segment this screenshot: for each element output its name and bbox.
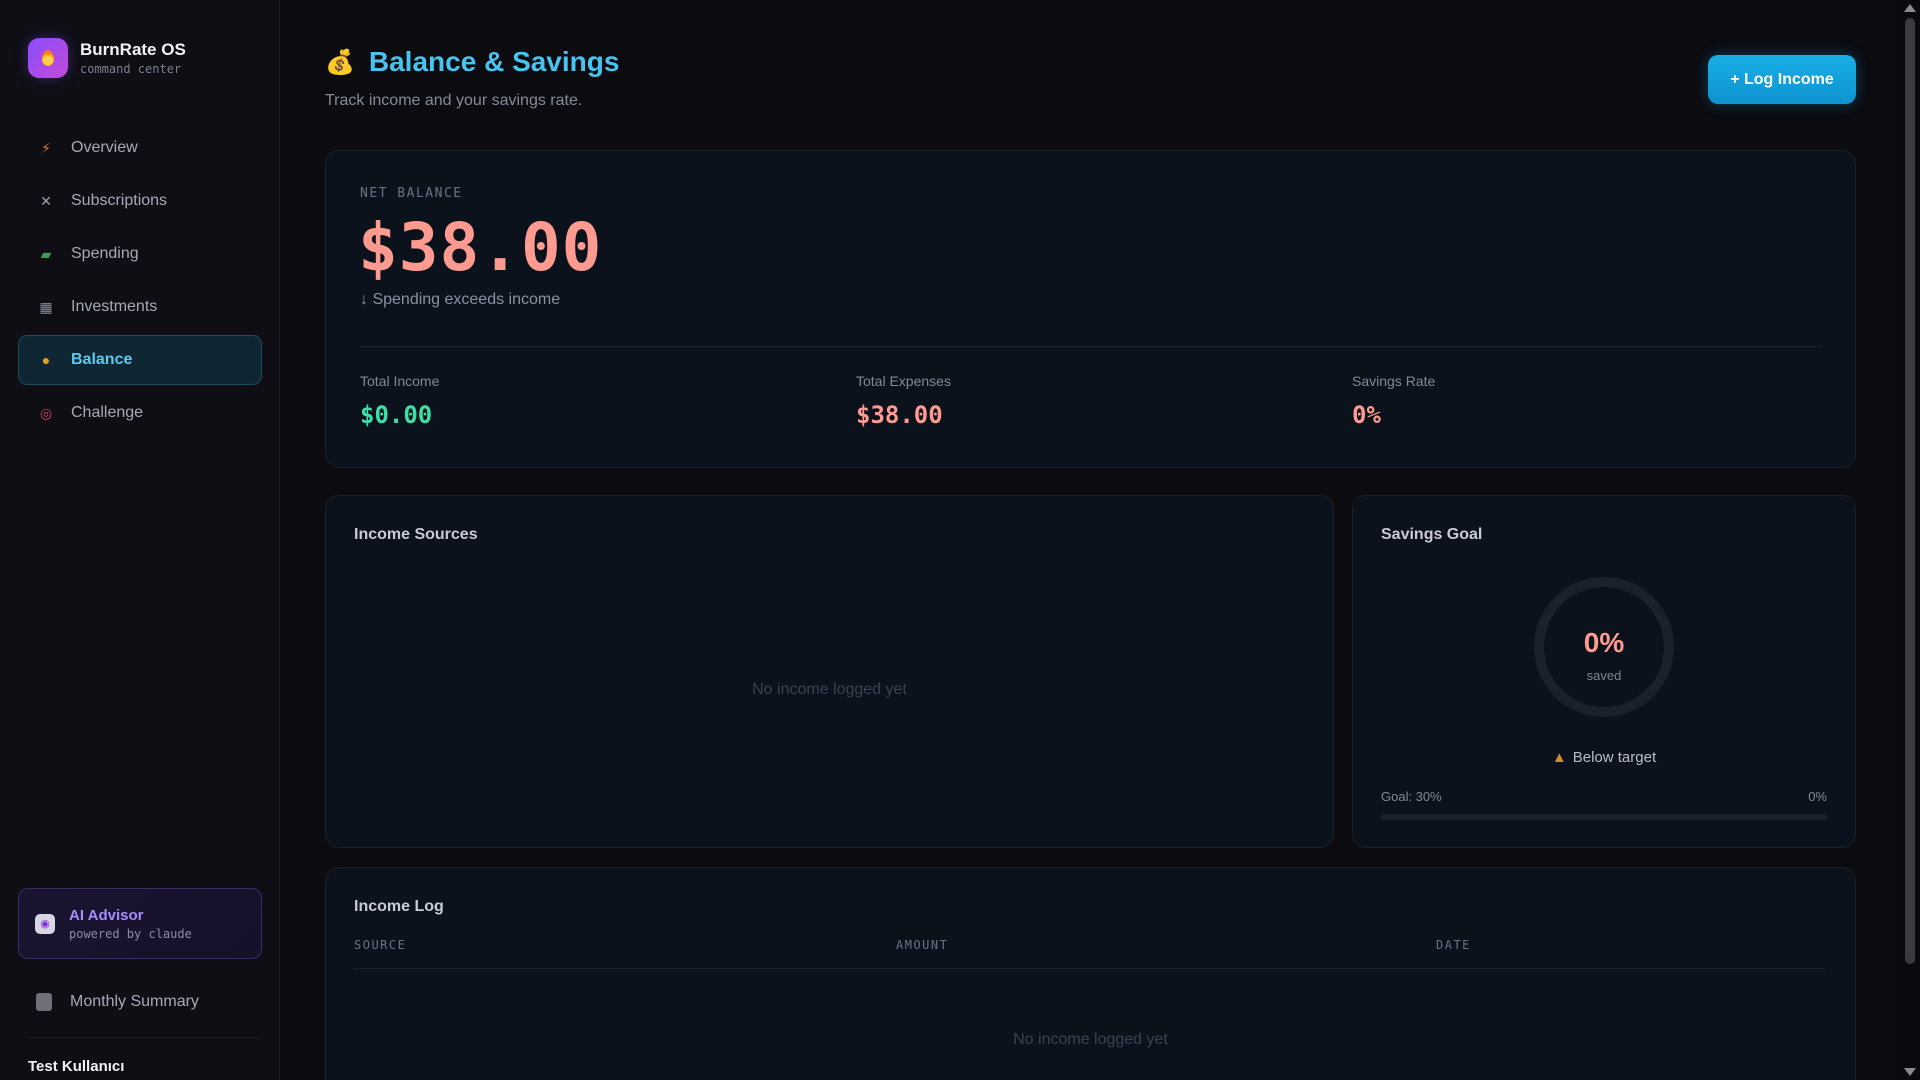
- money-bag-icon: ●: [41, 352, 51, 368]
- brand[interactable]: BurnRate OS command center: [28, 38, 186, 78]
- sidebar-item-investments[interactable]: ▦ Investments: [18, 282, 262, 332]
- sidebar-item-label: Subscriptions: [71, 192, 168, 209]
- brand-subtitle: command center: [80, 62, 182, 76]
- main-content: 💰 Balance & Savings Track income and you…: [280, 0, 1900, 1080]
- stat-label: Total Income: [360, 373, 440, 389]
- income-log-card: Income Log SOURCE AMOUNT DATE No income …: [325, 867, 1856, 1080]
- sidebar-item-label: Challenge: [71, 404, 144, 421]
- sidebar-nav: ⚡ Overview ✕ Subscriptions ▰ Spending ▦ …: [18, 123, 262, 441]
- empty-state: No income logged yet: [752, 681, 907, 698]
- stat-label: Savings Rate: [1352, 373, 1436, 389]
- sidebar-item-label: Overview: [71, 139, 138, 156]
- income-sources-card: Income Sources No income logged yet: [325, 495, 1334, 848]
- warning-icon: ▲: [1551, 749, 1567, 766]
- savings-ring-label: saved: [1586, 668, 1622, 683]
- flame-logo-icon: [28, 38, 68, 78]
- scrollbar-thumb[interactable]: [1905, 18, 1915, 964]
- sidebar-item-balance[interactable]: ● Balance: [18, 335, 262, 385]
- net-balance-status: ↓ Spending exceeds income: [360, 291, 561, 308]
- goal-target-label: Goal: 30%: [1381, 789, 1442, 804]
- savings-goal-card: Savings Goal 0% saved ▲ Below target Goal…: [1352, 495, 1856, 848]
- column-header-amount[interactable]: AMOUNT: [896, 938, 948, 952]
- total-income-stat: Total Income $0.00: [360, 373, 439, 429]
- net-balance-card: NET BALANCE $38.00 ↓ Spending exceeds in…: [325, 150, 1856, 468]
- savings-ring: 0% saved: [1534, 577, 1674, 717]
- page-header: 💰 Balance & Savings Track income and you…: [325, 46, 619, 110]
- card-title: Income Sources: [354, 526, 478, 543]
- scroll-up-arrow-icon[interactable]: [1904, 4, 1916, 12]
- goal-status: ▲ Below target: [1353, 749, 1855, 766]
- divider: [360, 346, 1821, 347]
- target-icon: ◎: [39, 404, 53, 421]
- lightning-icon: ⚡: [41, 139, 51, 156]
- divider: [354, 968, 1827, 969]
- net-balance-value: $38.00: [358, 209, 603, 286]
- sidebar-item-spending[interactable]: ▰ Spending: [18, 229, 262, 279]
- savings-ring-percent: 0%: [1583, 627, 1625, 658]
- card-title: Savings Goal: [1381, 526, 1483, 543]
- ai-advisor-button[interactable]: ◉ AI Advisor powered by claude: [18, 888, 262, 959]
- scroll-down-arrow-icon[interactable]: [1904, 1068, 1916, 1076]
- advisor-subtitle: powered by claude: [69, 926, 192, 941]
- sidebar-item-label: Spending: [71, 245, 139, 262]
- sidebar-divider: [28, 1037, 258, 1038]
- savings-rate-stat: Savings Rate 0%: [1352, 373, 1435, 429]
- chart-icon: ▦: [39, 298, 53, 315]
- stat-value: 0%: [1352, 401, 1381, 429]
- page-title: 💰 Balance & Savings: [325, 46, 619, 78]
- monthly-summary-label: Monthly Summary: [70, 993, 199, 1010]
- sidebar-item-label: Investments: [71, 298, 158, 315]
- brand-title: BurnRate OS: [80, 40, 186, 59]
- page-scrollbar[interactable]: [1900, 0, 1920, 1080]
- net-balance-label: NET BALANCE: [360, 186, 463, 201]
- page-subtitle: Track income and your savings rate.: [325, 92, 583, 109]
- advisor-title: AI Advisor: [69, 906, 144, 924]
- page-title-text: Balance & Savings: [368, 46, 620, 77]
- clipboard-icon: [36, 993, 52, 1011]
- stat-label: Total Expenses: [856, 373, 951, 389]
- stat-value: $38.00: [856, 401, 943, 429]
- crossed-swords-icon: ✕: [40, 192, 52, 209]
- goal-current-label: 0%: [1808, 789, 1827, 804]
- total-expenses-stat: Total Expenses $38.00: [856, 373, 951, 429]
- log-income-button[interactable]: + Log Income: [1708, 55, 1856, 104]
- card-title: Income Log: [354, 898, 444, 915]
- goal-progress-bar: [1381, 814, 1827, 820]
- user-name[interactable]: Test Kullanıcı: [28, 1058, 124, 1075]
- sidebar-item-challenge[interactable]: ◎ Challenge: [18, 388, 262, 438]
- robot-icon: ◉: [35, 913, 55, 934]
- goal-status-text: Below target: [1572, 749, 1657, 766]
- column-header-source[interactable]: SOURCE: [354, 938, 406, 952]
- monthly-summary-link[interactable]: Monthly Summary: [18, 978, 262, 1026]
- empty-state: No income logged yet: [1013, 1031, 1168, 1048]
- sidebar-item-label: Balance: [71, 351, 133, 368]
- sidebar-item-overview[interactable]: ⚡ Overview: [18, 123, 262, 173]
- stat-value: $0.00: [360, 401, 433, 429]
- sidebar: BurnRate OS command center ⚡ Overview ✕ …: [0, 0, 280, 1080]
- money-wings-icon: ▰: [40, 245, 52, 262]
- money-bag-icon: 💰: [325, 48, 355, 76]
- column-header-date[interactable]: DATE: [1436, 938, 1471, 952]
- sidebar-item-subscriptions[interactable]: ✕ Subscriptions: [18, 176, 262, 226]
